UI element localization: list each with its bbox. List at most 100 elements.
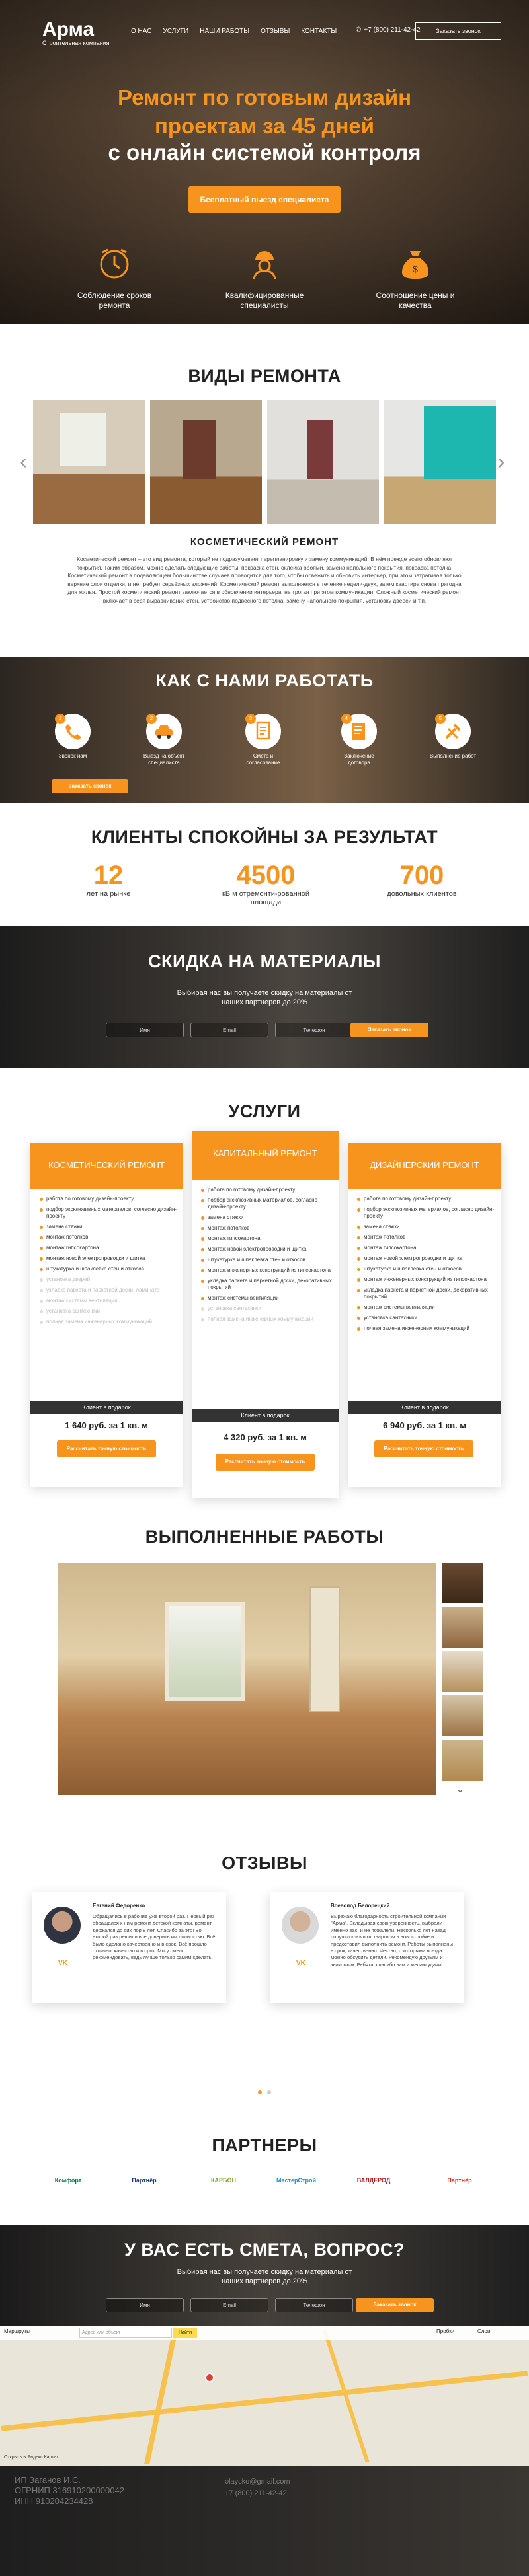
avatar [282, 1907, 319, 1944]
client-gift-label: Клиент в подарок [348, 1401, 501, 1414]
gallery-photo[interactable] [33, 400, 145, 524]
question-section: У ВАС ЕСТЬ СМЕТА, ВОПРОС? Выбирая нас вы… [0, 2225, 529, 2326]
list-item: монтаж гипсокартона [201, 1235, 333, 1242]
calc-price-button[interactable]: Рассчитать точную стоимость [57, 1440, 156, 1457]
map-traffic-button[interactable]: Пробки [436, 2328, 454, 2334]
map-routes-button[interactable]: Маршруты [4, 2328, 30, 2334]
discount-text: Выбирая нас вы получаете скидку на матер… [177, 989, 352, 1006]
review-text: Выражаю благодарность строительной компа… [331, 1913, 453, 1968]
service-card-title: КОСМЕТИЧЕСКИЙ РЕМОНТ [30, 1143, 183, 1189]
footer-phone[interactable]: +7 (800) 211-42-42 [225, 2489, 287, 2497]
work-thumbnail[interactable] [442, 1651, 483, 1692]
feature-specialists: Квалифицированные специалисты [212, 246, 317, 311]
gallery-next-arrow[interactable]: › [497, 449, 505, 475]
email-input[interactable]: Email [190, 1023, 268, 1037]
partner-logo[interactable]: ВАЛДЕРОД [350, 2168, 397, 2192]
vk-link[interactable]: VK [296, 1960, 305, 1967]
feature-deadlines: Соблюдение сроков ремонта [61, 246, 167, 311]
footer-email[interactable]: olaycko@gmail.com [225, 2478, 290, 2485]
menu-item-reviews[interactable]: ОТЗЫВЫ [261, 28, 290, 35]
question-submit-button[interactable]: Заказать звонок [356, 2298, 434, 2312]
free-visit-button[interactable]: Бесплатный выезд специалиста [188, 186, 341, 213]
step-visit: 2 Выезд на объект специалиста [138, 714, 190, 766]
list-item: подбор эксклюзивных материалов, согласно… [201, 1197, 333, 1210]
email-input[interactable]: Email [190, 2298, 268, 2312]
list-item: монтаж системы вентиляции [357, 1304, 496, 1311]
partner-logo[interactable]: КАРБОН [196, 2168, 251, 2192]
map-search-button[interactable]: Найти [173, 2328, 197, 2338]
work-thumbnail[interactable] [442, 1607, 483, 1648]
list-item: монтаж потолков [357, 1234, 496, 1241]
calc-price-button[interactable]: Рассчитать точную стоимость [216, 1454, 315, 1471]
map-layers-button[interactable]: Слои [477, 2328, 490, 2334]
list-item: полная замена инженерных коммуникаций [201, 1316, 333, 1323]
partner-logo[interactable]: Партнёр [438, 2168, 481, 2192]
menu-item-about[interactable]: О НАС [131, 28, 151, 35]
map-search-input[interactable]: Адрес или объект [79, 2328, 172, 2338]
list-item: монтаж инженерных конструкций из гипсока… [357, 1276, 496, 1283]
logo[interactable]: Арма Строительная компания [42, 20, 110, 47]
work-thumbnail[interactable] [442, 1563, 483, 1603]
partner-logo[interactable]: МастерСтрой [263, 2168, 329, 2192]
vk-link[interactable]: VK [58, 1960, 67, 1967]
hero-section: Арма Строительная компания О НАС УСЛУГИ Н… [0, 0, 529, 324]
name-input[interactable]: Имя [106, 2298, 184, 2312]
carousel-dot[interactable] [267, 2090, 271, 2094]
map-section[interactable]: Маршруты Адрес или объект Найти Пробки С… [0, 2326, 529, 2466]
how-call-button[interactable]: Заказать звонок [52, 779, 128, 793]
menu-item-contacts[interactable]: КОНТАКТЫ [301, 28, 337, 35]
review-text: Обращались в рабочие уже второй раз. Пер… [93, 1913, 216, 1961]
avatar [44, 1907, 81, 1944]
service-items-list: работа по готовому дизайн-проекту подбор… [192, 1180, 339, 1323]
review-card: VK Всеволод Белорецкий Выражаю благодарн… [270, 1892, 464, 2003]
work-thumbnail[interactable] [442, 1695, 483, 1736]
step-estimate: 3 Смета и согласование [237, 714, 290, 766]
service-items-list: работа по готовому дизайн-проекту подбор… [30, 1189, 183, 1325]
name-input[interactable]: Имя [106, 1023, 184, 1037]
header-phone[interactable]: ✆ +7 (800) 211-42-42 [356, 26, 421, 34]
list-item: монтаж новой электропроводки и щитка [201, 1246, 333, 1253]
work-thumbnail[interactable] [442, 1740, 483, 1781]
map-open-link[interactable]: Открыть в Яндекс.Картах [4, 2455, 59, 2460]
list-item: штукатурка и шпаклевка стен и откосов [357, 1266, 496, 1272]
discount-submit-button[interactable]: Заказать звонок [350, 1023, 428, 1037]
menu-item-works[interactable]: НАШИ РАБОТЫ [200, 28, 249, 35]
section-title: ОТЗЫВЫ [222, 1853, 307, 1873]
gallery-prev-arrow[interactable]: ‹ [20, 449, 27, 475]
map-pin-icon[interactable] [205, 2373, 214, 2382]
chevron-down-icon[interactable]: ⌄ [456, 1784, 464, 1795]
service-card-cosmetic: КОСМЕТИЧЕСКИЙ РЕМОНТ работа по готовому … [30, 1143, 183, 1487]
reviewer-name: Евгений Федоренко [93, 1903, 145, 1909]
footer: ИП Заганов И.С. ОГРНИП 316910200000042 И… [0, 2466, 529, 2576]
header-nav: Арма Строительная компания О НАС УСЛУГИ Н… [0, 15, 529, 47]
footer-ogrn: ОГРНИП 316910200000042 [15, 2485, 124, 2495]
phone-input[interactable]: Телефон [275, 1023, 353, 1037]
partner-logo[interactable]: Партнёр [126, 2168, 163, 2192]
partner-logo[interactable]: Комфорт [44, 2168, 93, 2192]
list-item: монтаж гипсокартона [357, 1245, 496, 1251]
list-item: подбор эксклюзивных материалов, согласно… [357, 1206, 496, 1220]
gallery-photo[interactable] [384, 400, 496, 524]
list-item: установка дверей [40, 1276, 177, 1283]
carousel-dot-active[interactable] [258, 2090, 262, 2094]
section-title: УСЛУГИ [228, 1101, 301, 1121]
service-price: 4 320 руб. за 1 кв. м [224, 1432, 307, 1442]
phone-input[interactable]: Телефон [275, 2298, 353, 2312]
step-contract: 4 Заключение договора [333, 714, 386, 766]
reviewer-name: Всеволод Белорецкий [331, 1903, 390, 1909]
money-bag-icon: $ [402, 251, 428, 279]
list-item: замена стяжки [201, 1214, 333, 1221]
calc-price-button[interactable]: Рассчитать точную стоимость [374, 1440, 473, 1457]
repair-type-title: КОСМЕТИЧЕСКИЙ РЕМОНТ [190, 536, 339, 548]
call-button[interactable]: Заказать звонок [415, 22, 501, 40]
stat-years: 12 лет на рынке [86, 861, 131, 898]
gallery-photo[interactable] [267, 400, 379, 524]
work-main-photo[interactable] [58, 1563, 436, 1795]
list-item: штукатурка и шпаклевка стен и откосов [201, 1257, 333, 1263]
list-item: полная замена инженерных коммуникаций [357, 1325, 496, 1332]
gallery-photo[interactable] [150, 400, 262, 524]
footer-company: ИП Заганов И.С. [15, 2475, 81, 2485]
map-road [144, 2326, 179, 2465]
service-price: 1 640 руб. за 1 кв. м [65, 1420, 148, 1430]
menu-item-services[interactable]: УСЛУГИ [163, 28, 188, 35]
